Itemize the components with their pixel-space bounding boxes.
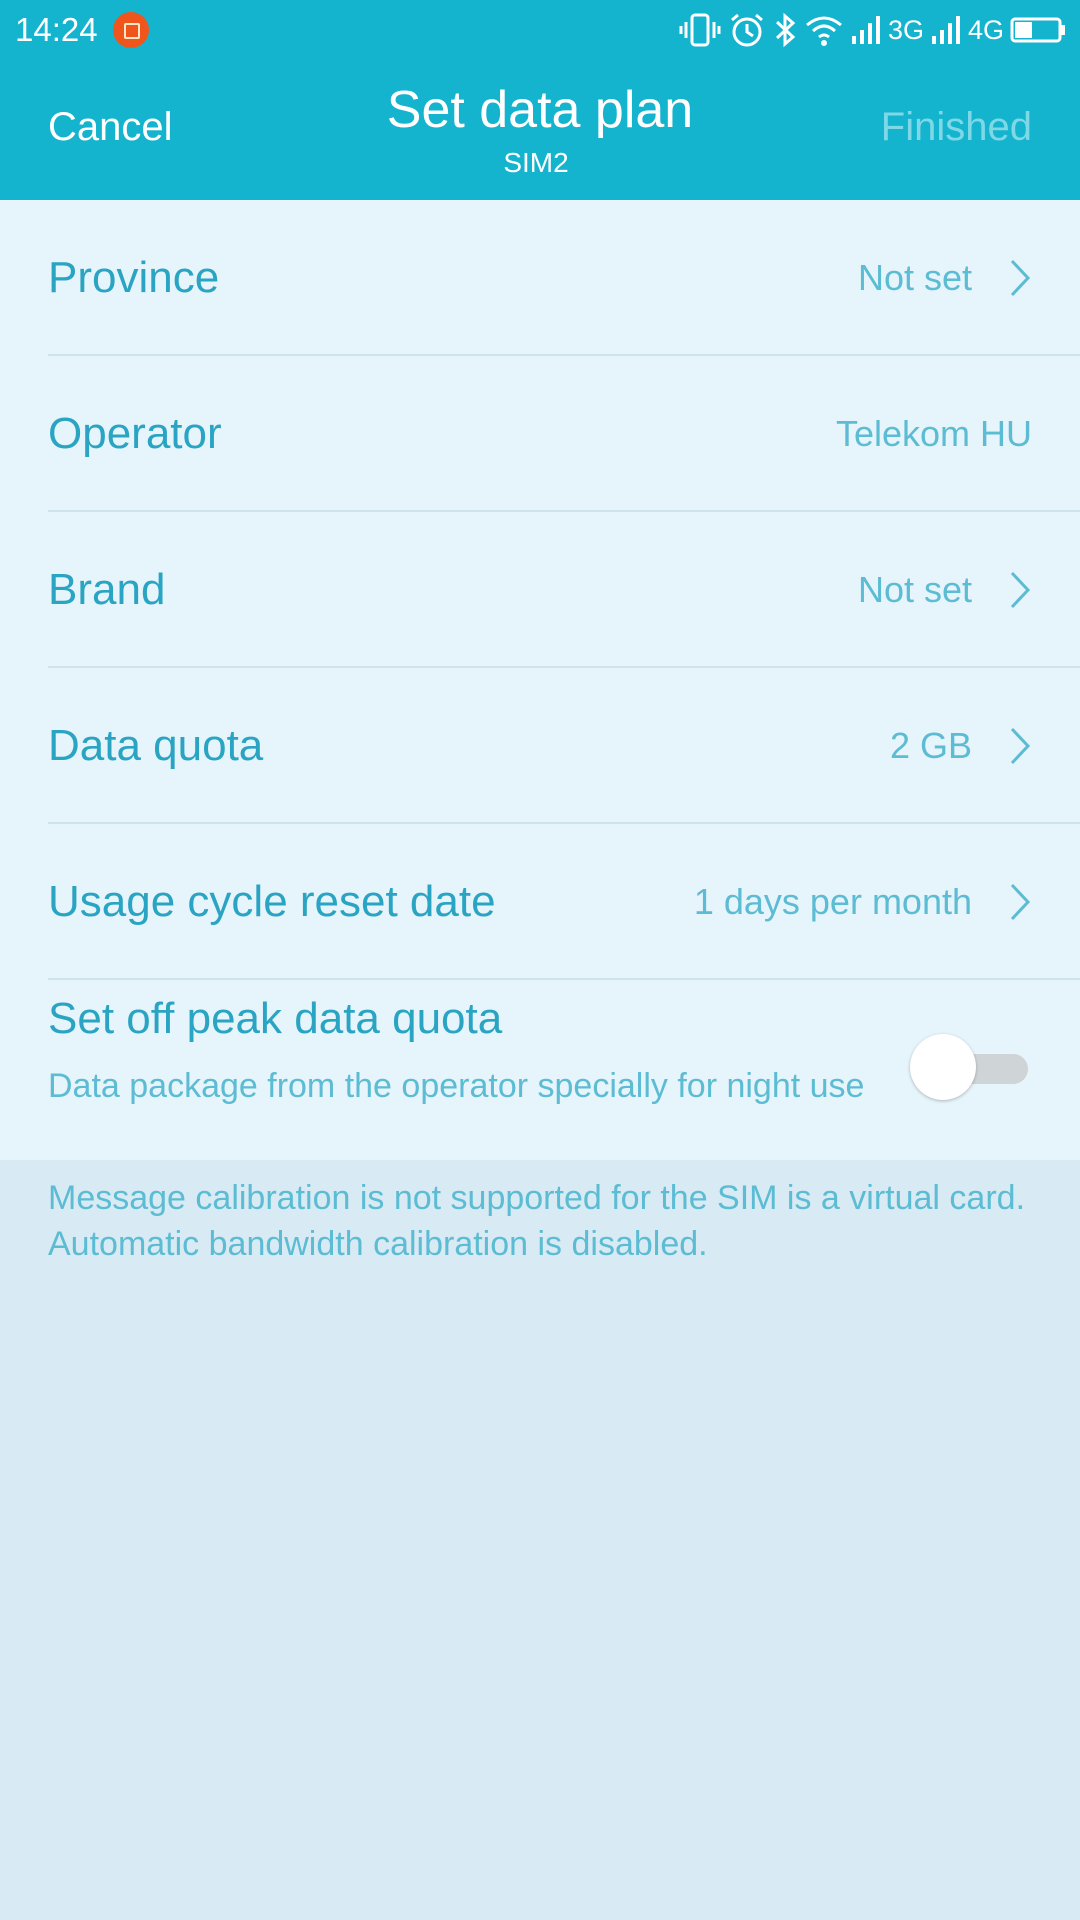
offpeak-row: Set off peak data quota Data package fro… [0, 980, 1080, 1160]
signal-icon [851, 16, 880, 44]
signal-icon [931, 16, 960, 44]
bluetooth-icon [775, 12, 796, 48]
brand-value: Not set [857, 569, 972, 610]
page-subtitle: SIM2 [503, 147, 569, 178]
toggle-knob [910, 1034, 976, 1100]
offpeak-toggle[interactable] [910, 1034, 1028, 1104]
data-quota-label: Data quota [48, 721, 264, 770]
status-icons: 3G 4G [678, 10, 1068, 50]
reset-date-row[interactable]: Usage cycle reset date 1 days per month [0, 824, 1080, 980]
info-note: Message calibration is not supported for… [48, 1179, 1026, 1263]
chevron-right-icon [1010, 883, 1031, 921]
brand-label: Brand [48, 565, 166, 614]
brand-row[interactable]: Brand Not set [0, 512, 1080, 668]
network-type-label: 4G [967, 15, 1004, 45]
offpeak-description: Data package from the operator specially… [48, 1067, 865, 1105]
status-time: 14:24 [15, 11, 98, 48]
province-row[interactable]: Province Not set [0, 200, 1080, 356]
header-bar: Cancel Set data plan SIM2 Finished [0, 60, 1080, 200]
finished-button[interactable]: Finished [881, 105, 1032, 150]
network-type-label: 3G [887, 15, 924, 45]
wifi-icon [805, 16, 842, 46]
province-value: Not set [857, 257, 972, 298]
data-quota-value: 2 GB [889, 725, 972, 766]
chevron-right-icon [1010, 259, 1031, 297]
chevron-right-icon [1010, 727, 1031, 765]
data-quota-row[interactable]: Data quota 2 GB [0, 668, 1080, 824]
province-label: Province [48, 253, 220, 302]
battery-icon [1010, 17, 1065, 43]
status-bar: 14:24 3G 4G [0, 0, 1080, 60]
operator-value: Telekom HU [835, 413, 1032, 454]
battery-fill [1015, 22, 1032, 38]
notification-app-icon [113, 12, 149, 48]
offpeak-label: Set off peak data quota [48, 994, 503, 1043]
settings-list: Province Not set Operator Telekom HU Bra… [0, 200, 1080, 1160]
chevron-right-icon [1010, 571, 1031, 609]
alarm-icon [730, 13, 763, 47]
vibrate-icon [679, 13, 721, 47]
reset-date-label: Usage cycle reset date [48, 877, 496, 926]
operator-row[interactable]: Operator Telekom HU [0, 356, 1080, 512]
operator-label: Operator [48, 409, 222, 458]
reset-date-value: 1 days per month [693, 881, 972, 922]
